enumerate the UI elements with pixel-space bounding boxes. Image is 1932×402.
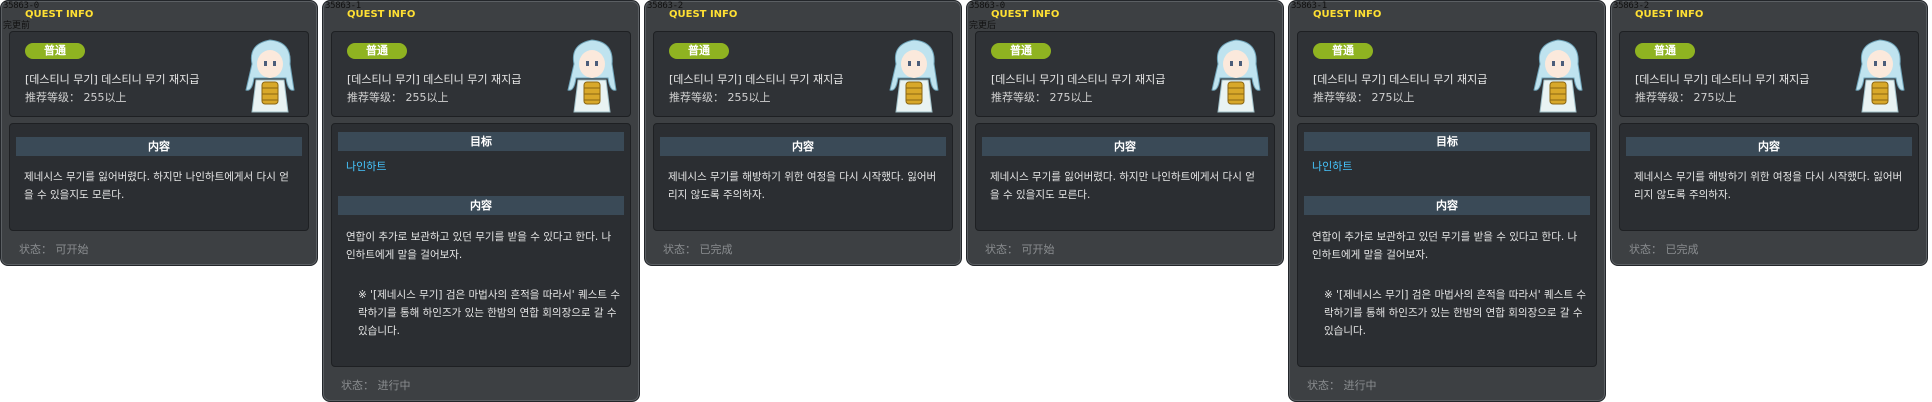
quest-body-box: 内容 제네시스 무기를 해방하기 위한 여정을 다시 시작했다. 잃어버리지 않… xyxy=(653,123,953,231)
quest-name: [데스티니 무기] 데스티니 무기 재지급 xyxy=(1313,73,1488,86)
content-section-header: 内容 xyxy=(1626,137,1912,156)
quest-info-panel-2: 35863-1 QUEST INFO 普通 [데스티니 무기] 데스티니 무기 … xyxy=(322,0,640,402)
difficulty-badge: 普通 xyxy=(1635,43,1695,59)
quest-code: 35863-1 xyxy=(325,1,361,11)
quest-code: 35863-0 xyxy=(969,1,1005,11)
quest-info-panel-5: 35863-1 QUEST INFO 普通 [데스티니 무기] 데스티니 무기 … xyxy=(1288,0,1606,402)
quest-name: [데스티니 무기] 데스티니 무기 재지급 xyxy=(347,73,522,86)
note-text: ※ '[제네시스 무기] 검은 마법사의 흔적을 따라서' 퀘스트 수락하기를 … xyxy=(358,289,620,337)
target-npc-link[interactable]: 나인하트 xyxy=(1312,158,1352,174)
npc-portrait-icon xyxy=(567,39,617,113)
recommended-level: 推荐等级： 275以上 xyxy=(1635,91,1737,104)
version-note: 完更前 xyxy=(3,21,31,31)
quest-header-box: 普通 [데스티니 무기] 데스티니 무기 재지급 推荐等级： 275以上 xyxy=(1619,31,1919,117)
status-text: 状态： 可开始 xyxy=(985,243,1055,256)
recommended-level: 推荐等级： 255以上 xyxy=(25,91,127,104)
content-text: 제네시스 무기를 해방하기 위한 여정을 다시 시작했다. 잃어버리지 않도록 … xyxy=(668,171,937,201)
recommended-level: 推荐等级： 275以上 xyxy=(1313,91,1415,104)
quest-body-box: 目标 나인하트 内容 연합이 추가로 보관하고 있던 무기를 받을 수 있다고 … xyxy=(331,123,631,367)
content-text: 제네시스 무기를 해방하기 위한 여정을 다시 시작했다. 잃어버리지 않도록 … xyxy=(1634,171,1903,201)
quest-info-panel-4: 35863-0 QUEST INFO 完更后 普通 [데스티니 무기] 데스티니… xyxy=(966,0,1284,266)
difficulty-badge: 普通 xyxy=(991,43,1051,59)
npc-portrait-icon xyxy=(1855,39,1905,113)
content-section-header: 内容 xyxy=(660,137,946,156)
content-text: 연합이 추가로 보관하고 있던 무기를 받을 수 있다고 한다. 나인하트에게 … xyxy=(1312,231,1578,261)
note-text: ※ '[제네시스 무기] 검은 마법사의 흔적을 따라서' 퀘스트 수락하기를 … xyxy=(1324,289,1586,337)
quest-body-box: 目标 나인하트 内容 연합이 추가로 보관하고 있던 무기를 받을 수 있다고 … xyxy=(1297,123,1597,367)
quest-header-box: 普通 [데스티니 무기] 데스티니 무기 재지급 推荐等级： 275以上 xyxy=(1297,31,1597,117)
quest-code: 35863-2 xyxy=(647,1,683,11)
content-section-header: 内容 xyxy=(1304,196,1590,215)
status-text: 状态： 进行中 xyxy=(1307,379,1377,392)
quest-name: [데스티니 무기] 데스티니 무기 재지급 xyxy=(669,73,844,86)
status-text: 状态： 已完成 xyxy=(663,243,733,256)
target-npc-link[interactable]: 나인하트 xyxy=(346,158,386,174)
quest-info-panel-1: 35863-0 QUEST INFO 完更前 普通 [데스티니 무기] 데스티니… xyxy=(0,0,318,266)
npc-portrait-icon xyxy=(245,39,295,113)
quest-name: [데스티니 무기] 데스티니 무기 재지급 xyxy=(991,73,1166,86)
npc-portrait-icon xyxy=(1211,39,1261,113)
status-text: 状态： 可开始 xyxy=(19,243,89,256)
content-text: 제네시스 무기를 잃어버렸다. 하지만 나인하트에게서 다시 얻을 수 있을지도… xyxy=(990,171,1255,201)
quest-body-box: 内容 제네시스 무기를 잃어버렸다. 하지만 나인하트에게서 다시 얻을 수 있… xyxy=(9,123,309,231)
status-text: 状态： 已完成 xyxy=(1629,243,1699,256)
quest-header-box: 普通 [데스티니 무기] 데스티니 무기 재지급 推荐等级： 255以上 xyxy=(9,31,309,117)
quest-code: 35863-0 xyxy=(3,1,39,11)
quest-info-panel-3: 35863-2 QUEST INFO 普通 [데스티니 무기] 데스티니 무기 … xyxy=(644,0,962,266)
quest-name: [데스티니 무기] 데스티니 무기 재지급 xyxy=(25,73,200,86)
quest-header-box: 普通 [데스티니 무기] 데스티니 무기 재지급 推荐等级： 255以上 xyxy=(331,31,631,117)
content-section-header: 内容 xyxy=(338,196,624,215)
difficulty-badge: 普通 xyxy=(669,43,729,59)
target-section-header: 目标 xyxy=(338,132,624,151)
quest-body-box: 内容 제네시스 무기를 잃어버렸다. 하지만 나인하트에게서 다시 얻을 수 있… xyxy=(975,123,1275,231)
recommended-level: 推荐等级： 255以上 xyxy=(347,91,449,104)
content-text: 제네시스 무기를 잃어버렸다. 하지만 나인하트에게서 다시 얻을 수 있을지도… xyxy=(24,171,289,201)
quest-body-box: 内容 제네시스 무기를 해방하기 위한 여정을 다시 시작했다. 잃어버리지 않… xyxy=(1619,123,1919,231)
target-section-header: 目标 xyxy=(1304,132,1590,151)
difficulty-badge: 普通 xyxy=(347,43,407,59)
recommended-level: 推荐等级： 255以上 xyxy=(669,91,771,104)
content-section-header: 内容 xyxy=(16,137,302,156)
quest-header-box: 普通 [데스티니 무기] 데스티니 무기 재지급 推荐等级： 255以上 xyxy=(653,31,953,117)
quest-name: [데스티니 무기] 데스티니 무기 재지급 xyxy=(1635,73,1810,86)
quest-header-box: 普通 [데스티니 무기] 데스티니 무기 재지급 推荐等级： 275以上 xyxy=(975,31,1275,117)
content-text: 연합이 추가로 보관하고 있던 무기를 받을 수 있다고 한다. 나인하트에게 … xyxy=(346,231,612,261)
version-note: 完更后 xyxy=(969,21,997,31)
recommended-level: 推荐等级： 275以上 xyxy=(991,91,1093,104)
difficulty-badge: 普通 xyxy=(1313,43,1373,59)
difficulty-badge: 普通 xyxy=(25,43,85,59)
content-section-header: 内容 xyxy=(982,137,1268,156)
quest-code: 35863-1 xyxy=(1291,1,1327,11)
npc-portrait-icon xyxy=(1533,39,1583,113)
quest-code: 35863-2 xyxy=(1613,1,1649,11)
status-text: 状态： 进行中 xyxy=(341,379,411,392)
npc-portrait-icon xyxy=(889,39,939,113)
quest-info-panel-6: 35863-2 QUEST INFO 普通 [데스티니 무기] 데스티니 무기 … xyxy=(1610,0,1928,266)
